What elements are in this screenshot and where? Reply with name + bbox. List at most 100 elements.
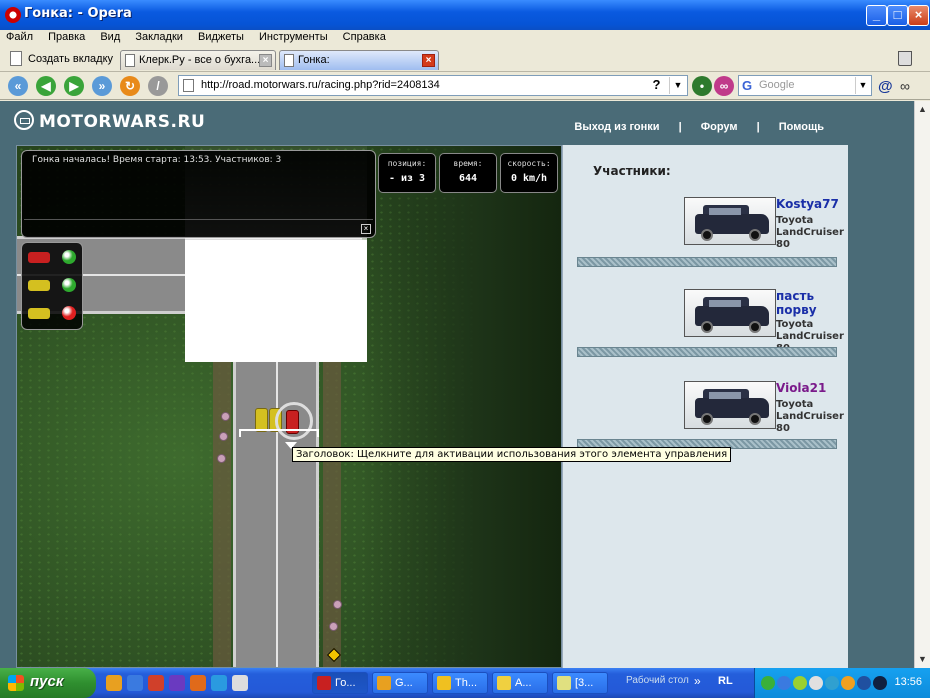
search-dropdown-icon[interactable]: ▼ [855,77,870,94]
close-button[interactable]: × [908,5,929,26]
desktop-toolbar-label[interactable]: Рабочий стол [626,675,689,686]
position-value: - из 3 [388,173,426,184]
tab-label: Клерк.Ру - все о бухга... [139,54,261,66]
app-icon [437,676,451,690]
address-bar[interactable]: http://road.motorwars.ru/racing.php?rid=… [178,75,688,96]
zoom-glasses-icon[interactable]: ∞ [900,78,910,94]
exit-race-link[interactable]: Выход из гонки [574,121,659,133]
toolbar-expand-icon[interactable]: » [694,674,701,688]
tab-race[interactable]: Гонка: × [279,50,439,70]
quicklaunch-icon[interactable] [190,675,206,691]
page-icon [183,79,194,92]
trash-icon[interactable] [898,51,912,66]
forum-link[interactable]: Форум [701,121,738,133]
tab-klerk[interactable]: Клерк.Ру - все о бухга... × [120,50,276,70]
tray-icon[interactable] [857,676,871,690]
participant-separator [577,347,837,357]
light-row [26,305,80,323]
forward-icon[interactable]: ▶ [64,76,84,96]
speed-box: скорость: 0 km/h [500,153,558,193]
participant-separator [577,257,837,267]
road-shoulder-left [213,356,231,667]
menu-edit[interactable]: Правка [42,30,91,43]
flower [221,412,230,421]
menu-bookmarks[interactable]: Закладки [129,30,189,43]
tray-icon[interactable] [761,676,775,690]
participant-name[interactable]: Viola21 [776,381,826,395]
windows-logo-icon [8,675,24,691]
mail-icon[interactable]: @ [878,78,893,95]
menu-help[interactable]: Справка [337,30,392,43]
window-titlebar: Гонка: - Opera _ □ × [0,0,930,30]
opera-icon [5,7,21,23]
race-game[interactable]: Гонка началась! Время старта: 13:53. Уча… [16,145,562,668]
car-thumbnail[interactable] [684,197,776,245]
hud-close-icon[interactable]: × [361,224,371,234]
site-logo[interactable]: MOTORWARS.RU [14,110,205,132]
site-nav: Выход из гонки | Форум | Помощь [566,121,832,133]
tray-icon[interactable] [825,676,839,690]
tab-close-icon[interactable]: × [259,54,272,67]
app-icon [377,676,391,690]
minimize-button[interactable]: _ [866,5,887,26]
taskbar-item-race[interactable]: Го... [312,672,368,694]
quicklaunch-icon[interactable] [169,675,185,691]
participants-panel: Участники: Kostya77 Toyota LandCruiser 8… [562,145,848,668]
car-thumbnail[interactable] [684,381,776,429]
taskbar-item[interactable]: [3... [552,672,608,694]
car-icon [28,252,50,263]
tray-icon[interactable] [873,676,887,690]
participant-name[interactable]: пасть порву [776,289,842,317]
quicklaunch-icon[interactable] [127,675,143,691]
new-tab-label: Создать вкладку [28,53,114,65]
taskbar-item[interactable]: G... [372,672,428,694]
search-input[interactable]: G Google ▼ [738,75,872,96]
taskbar-item[interactable]: A... [492,672,548,694]
quicklaunch-icon[interactable] [106,675,122,691]
car-thumbnail[interactable] [684,289,776,337]
start-bracket [239,429,319,437]
tray-icon[interactable] [777,676,791,690]
menu-widgets[interactable]: Виджеты [192,30,250,43]
mail-icon [497,676,511,690]
tab-bar: Создать вкладку Клерк.Ру - все о бухга..… [0,46,930,72]
menu-file[interactable]: Файл [0,30,39,43]
feed-icon[interactable]: ∞ [714,76,734,96]
speed-label: скорость: [507,159,551,168]
maximize-button[interactable]: □ [887,5,908,26]
hud-divider [24,219,373,220]
taskbar-item[interactable]: Th... [432,672,488,694]
tray-icon[interactable] [841,676,855,690]
reload-icon[interactable]: ↻ [120,76,140,96]
new-tab-button[interactable]: Создать вкладку [8,50,113,68]
vertical-scrollbar[interactable]: ▲ ▼ [914,101,930,668]
scroll-down-icon[interactable]: ▼ [917,654,928,665]
help-link[interactable]: Помощь [779,121,824,133]
tab-label: Гонка: [298,54,330,66]
start-button[interactable]: пуск [0,668,96,698]
tray-icon[interactable] [809,676,823,690]
language-indicator[interactable]: RL [718,675,733,687]
participant-name[interactable]: Kostya77 [776,197,839,211]
help-icon[interactable]: ? [648,77,665,94]
edit-icon[interactable]: / [148,76,168,96]
tab-close-icon[interactable]: × [422,54,435,67]
quicklaunch-icon[interactable] [232,675,248,691]
quicklaunch-icon[interactable] [148,675,164,691]
scroll-up-icon[interactable]: ▲ [917,104,928,115]
nav-separator: | [756,121,760,133]
back-icon[interactable]: ◀ [36,76,56,96]
fast-forward-icon[interactable]: » [92,76,112,96]
rewind-icon[interactable]: « [8,76,28,96]
menu-view[interactable]: Вид [94,30,126,43]
menu-tools[interactable]: Инструменты [253,30,334,43]
wand-icon[interactable]: • [692,76,712,96]
quicklaunch-icon[interactable] [211,675,227,691]
plugin-placeholder[interactable] [185,240,367,362]
logo-icon [14,110,34,130]
tray-icon[interactable] [793,676,807,690]
light-row [26,277,80,295]
address-dropdown-icon[interactable]: ▼ [669,77,686,94]
race-lights-panel [21,242,83,330]
nav-toolbar: « ◀ ▶ » ↻ / http://road.motorwars.ru/rac… [0,72,930,100]
